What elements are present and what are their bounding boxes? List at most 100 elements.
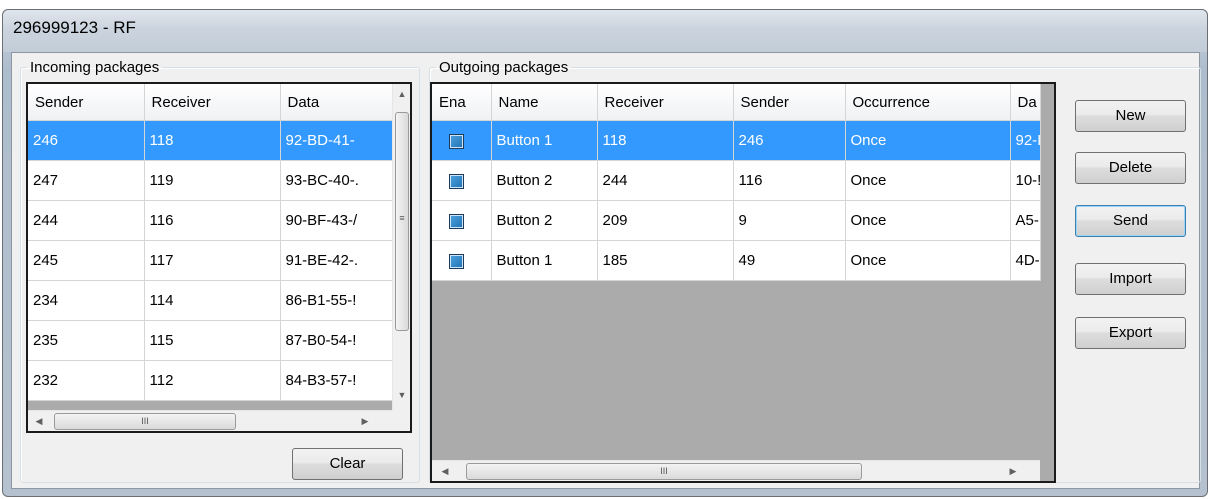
scroll-right-arrow-icon[interactable]: ▶ xyxy=(1006,466,1020,477)
cell-data: A5- xyxy=(1010,200,1041,241)
window-title: 296999123 - RF xyxy=(13,18,136,37)
cell-occurrence: Once xyxy=(845,240,1011,281)
table-row[interactable]: Button 2 209 9 Once A5- xyxy=(432,200,1041,241)
cell-enabled[interactable] xyxy=(432,240,492,281)
clear-button[interactable]: Clear xyxy=(292,448,403,480)
cell-data: 92-BD-41- xyxy=(280,120,393,161)
cell-sender: 232 xyxy=(28,360,145,401)
cell-name: Button 2 xyxy=(491,160,598,201)
import-button[interactable]: Import xyxy=(1075,263,1186,295)
export-button[interactable]: Export xyxy=(1075,317,1186,349)
table-row[interactable]: 235 115 87-B0-54-! xyxy=(28,320,393,361)
table-row[interactable]: Button 1 118 246 Once 92-I xyxy=(432,120,1041,161)
incoming-table: Sender Receiver Data 246 118 92-BD-41- 2… xyxy=(28,84,393,401)
enabled-checkbox-icon[interactable] xyxy=(449,133,464,149)
table-row[interactable]: 232 112 84-B3-57-! xyxy=(28,360,393,401)
cell-sender: 49 xyxy=(733,240,846,281)
cell-enabled[interactable] xyxy=(432,200,492,241)
cell-receiver: 116 xyxy=(144,200,281,241)
cell-receiver: 209 xyxy=(597,200,734,241)
cell-receiver: 244 xyxy=(597,160,734,201)
cell-name: Button 1 xyxy=(491,240,598,281)
cell-receiver: 115 xyxy=(144,320,281,361)
scroll-grip-icon: III xyxy=(141,416,149,426)
cell-sender: 246 xyxy=(28,120,145,161)
table-row[interactable]: 244 116 90-BF-43-/ xyxy=(28,200,393,241)
outgoing-horizontal-scrollbar[interactable]: ◀ III ▶ xyxy=(432,460,1040,481)
cell-sender: 116 xyxy=(733,160,846,201)
incoming-packages-grid[interactable]: Sender Receiver Data 246 118 92-BD-41- 2… xyxy=(26,82,412,433)
cell-data: 84-B3-57-! xyxy=(280,360,393,401)
cell-enabled[interactable] xyxy=(432,160,492,201)
cell-occurrence: Once xyxy=(845,200,1011,241)
cell-receiver: 118 xyxy=(597,120,734,161)
table-row[interactable]: 234 114 86-B1-55-! xyxy=(28,280,393,321)
cell-receiver: 114 xyxy=(144,280,281,321)
outgoing-table: Ena Name Receiver Sender Occurrence Da B… xyxy=(432,84,1041,281)
scroll-left-arrow-icon[interactable]: ◀ xyxy=(32,416,46,427)
table-row[interactable]: 246 118 92-BD-41- xyxy=(28,120,393,161)
cell-sender: 247 xyxy=(28,160,145,201)
table-row[interactable]: 245 117 91-BE-42-. xyxy=(28,240,393,281)
cell-sender: 9 xyxy=(733,200,846,241)
outgoing-packages-grid[interactable]: Ena Name Receiver Sender Occurrence Da B… xyxy=(430,82,1056,483)
table-row[interactable]: Button 2 244 116 Once 10-! xyxy=(432,160,1041,201)
column-header-sender[interactable]: Sender xyxy=(28,84,145,121)
scroll-right-arrow-icon[interactable]: ▶ xyxy=(358,416,372,427)
cell-data: 10-! xyxy=(1010,160,1041,201)
column-header-name[interactable]: Name xyxy=(491,84,598,121)
cell-receiver: 119 xyxy=(144,160,281,201)
column-header-receiver[interactable]: Receiver xyxy=(144,84,281,121)
cell-data: 91-BE-42-. xyxy=(280,240,393,281)
vertical-scroll-thumb[interactable]: ≡ xyxy=(395,112,409,331)
cell-sender: 246 xyxy=(733,120,846,161)
column-header-sender[interactable]: Sender xyxy=(733,84,846,121)
client-area: Incoming packages Sender Receiver Data 2… xyxy=(11,52,1201,489)
cell-data: 87-B0-54-! xyxy=(280,320,393,361)
cell-receiver: 118 xyxy=(144,120,281,161)
outgoing-packages-label: Outgoing packages xyxy=(439,59,569,76)
cell-data: 90-BF-43-/ xyxy=(280,200,393,241)
incoming-horizontal-scrollbar[interactable]: ◀ III ▶ xyxy=(28,410,392,431)
cell-occurrence: Once xyxy=(845,160,1011,201)
horizontal-scroll-thumb[interactable]: III xyxy=(466,463,862,480)
column-header-data[interactable]: Da xyxy=(1010,84,1041,121)
cell-occurrence: Once xyxy=(845,120,1011,161)
title-bar[interactable]: 296999123 - RF xyxy=(3,10,1207,52)
scroll-up-arrow-icon[interactable]: ▲ xyxy=(393,89,410,99)
cell-sender: 235 xyxy=(28,320,145,361)
send-button[interactable]: Send xyxy=(1075,205,1186,237)
table-row[interactable]: Button 1 185 49 Once 4D- xyxy=(432,240,1041,281)
scroll-down-arrow-icon[interactable]: ▼ xyxy=(393,390,410,400)
enabled-checkbox-icon[interactable] xyxy=(449,173,464,189)
enabled-checkbox-icon[interactable] xyxy=(449,253,464,269)
cell-data: 4D- xyxy=(1010,240,1041,281)
cell-data: 92-I xyxy=(1010,120,1041,161)
scroll-left-arrow-icon[interactable]: ◀ xyxy=(438,466,452,477)
column-header-enabled[interactable]: Ena xyxy=(432,84,492,121)
incoming-header-row: Sender Receiver Data xyxy=(28,84,393,121)
scroll-corner xyxy=(392,410,410,431)
new-button[interactable]: New xyxy=(1075,100,1186,132)
cell-name: Button 2 xyxy=(491,200,598,241)
cell-sender: 234 xyxy=(28,280,145,321)
cell-data: 93-BC-40-. xyxy=(280,160,393,201)
table-row[interactable]: 247 119 93-BC-40-. xyxy=(28,160,393,201)
horizontal-scroll-thumb[interactable]: III xyxy=(54,413,236,430)
incoming-packages-label: Incoming packages xyxy=(30,59,160,76)
cell-name: Button 1 xyxy=(491,120,598,161)
cell-receiver: 185 xyxy=(597,240,734,281)
delete-button[interactable]: Delete xyxy=(1075,152,1186,184)
column-header-occurrence[interactable]: Occurrence xyxy=(845,84,1011,121)
column-header-data[interactable]: Data xyxy=(280,84,393,121)
outgoing-header-row: Ena Name Receiver Sender Occurrence Da xyxy=(432,84,1041,121)
cell-enabled[interactable] xyxy=(432,120,492,161)
cell-data: 86-B1-55-! xyxy=(280,280,393,321)
cell-sender: 245 xyxy=(28,240,145,281)
enabled-checkbox-icon[interactable] xyxy=(449,213,464,229)
scroll-grip-icon: III xyxy=(660,466,668,476)
column-header-receiver[interactable]: Receiver xyxy=(597,84,734,121)
cell-sender: 244 xyxy=(28,200,145,241)
incoming-vertical-scrollbar[interactable]: ▲ ≡ ▼ xyxy=(392,84,410,410)
cell-receiver: 117 xyxy=(144,240,281,281)
